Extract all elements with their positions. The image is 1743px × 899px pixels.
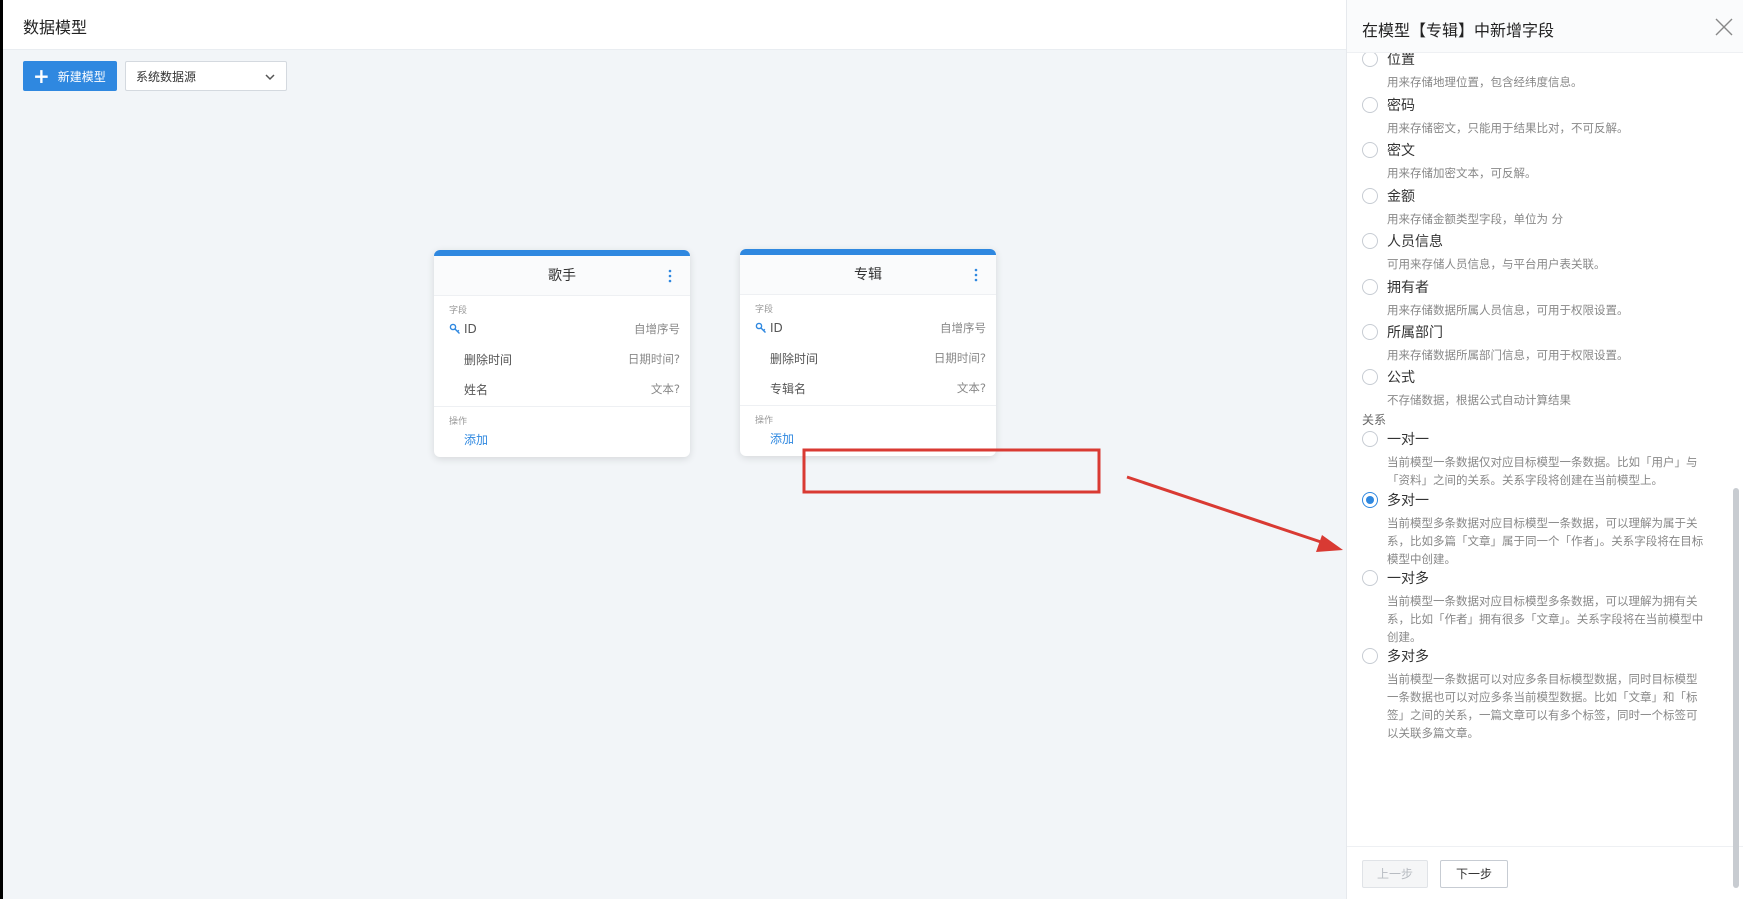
field-name: ID — [770, 321, 783, 335]
field-type: 日期时间? — [627, 352, 680, 366]
field-name: ID — [464, 322, 477, 336]
drawer-header: 在模型【专辑】中新增字段 — [1347, 0, 1743, 53]
chevron-down-icon — [265, 74, 275, 81]
more-vertical-icon[interactable] — [968, 267, 984, 283]
key-icon — [755, 322, 766, 333]
field-row[interactable]: ID 自增序号 — [434, 314, 690, 344]
radio-button[interactable] — [1362, 142, 1378, 158]
datasource-select[interactable]: 系统数据源 — [125, 61, 287, 91]
field-type: 文本? — [956, 381, 986, 395]
field-type: 自增序号 — [634, 322, 680, 336]
field-type: 日期时间? — [933, 351, 986, 365]
actions-section-label: 操作 — [449, 417, 468, 427]
radio-button[interactable] — [1362, 324, 1378, 340]
plus-icon: + — [33, 64, 50, 88]
option-description: 用来存储加密文本，可反解。 — [1387, 166, 1537, 180]
add-field-link[interactable]: 添加 — [740, 424, 996, 456]
drawer-scrollbar[interactable] — [1733, 488, 1739, 888]
field-name: 删除时间 — [464, 352, 513, 367]
relation-group-label: 关系 — [1362, 413, 1387, 427]
card-title: 专辑 — [854, 267, 882, 283]
field-row[interactable]: 专辑名 文本? — [740, 373, 996, 403]
field-row[interactable]: 姓名 文本? — [434, 374, 690, 404]
model-card-singer: 歌手 字段 ID 自增序号 删除时间 日期时间? 姓名 文本? 操作 添加 — [434, 250, 690, 457]
key-icon — [449, 323, 460, 334]
option-description: 用来存储金额类型字段，单位为 分 — [1387, 212, 1564, 226]
radio-button[interactable] — [1362, 279, 1378, 295]
field-row[interactable]: 删除时间 日期时间? — [434, 344, 690, 374]
page-title: 数据模型 — [23, 18, 88, 37]
field-type-list: 位置 用来存储地理位置，包含经纬度信息。 密码 用来存储密文，只能用于结果比对，… — [1347, 53, 1743, 845]
option-label: 所属部门 — [1387, 325, 1443, 341]
new-model-button[interactable]: + 新建模型 — [23, 61, 117, 91]
new-model-label: 新建模型 — [57, 69, 106, 84]
field-name: 删除时间 — [770, 351, 819, 366]
field-name: 姓名 — [464, 382, 489, 397]
radio-button[interactable] — [1362, 570, 1378, 586]
option-label: 金额 — [1387, 189, 1415, 205]
card-header: 专辑 — [740, 255, 996, 295]
actions-section-label: 操作 — [755, 416, 774, 426]
field-name: 专辑名 — [770, 381, 807, 396]
fields-section-label: 字段 — [449, 306, 468, 316]
option-label: 位置 — [1387, 53, 1415, 68]
option-label: 公式 — [1387, 370, 1415, 386]
option-description: 用来存储密文，只能用于结果比对，不可反解。 — [1387, 121, 1629, 135]
field-row[interactable]: 删除时间 日期时间? — [740, 343, 996, 373]
card-title: 歌手 — [548, 268, 576, 284]
option-label: 密码 — [1387, 98, 1415, 114]
option-label: 密文 — [1387, 143, 1415, 159]
radio-button[interactable] — [1362, 188, 1378, 204]
app-window: 数据模型 + 新建模型 系统数据源 歌手 字段 ID 自增序号 删除时间 日期时… — [3, 0, 1743, 899]
model-card-album: 专辑 字段 ID 自增序号 删除时间 日期时间? 专辑名 文本? 操作 添加 — [740, 249, 996, 456]
field-type: 自增序号 — [940, 321, 986, 335]
radio-button[interactable] — [1362, 53, 1378, 67]
radio-button[interactable] — [1362, 648, 1378, 664]
option-label: 多对一 — [1387, 493, 1429, 509]
radio-button[interactable] — [1362, 233, 1378, 249]
option-label: 人员信息 — [1387, 234, 1443, 250]
radio-button-selected[interactable] — [1362, 492, 1378, 508]
option-description: 用来存储数据所属人员信息，可用于权限设置。 — [1387, 303, 1629, 317]
option-label: 多对多 — [1387, 649, 1429, 665]
option-description: 用来存储地理位置，包含经纬度信息。 — [1387, 75, 1583, 89]
option-label: 拥有者 — [1387, 280, 1429, 296]
option-description: 当前模型一条数据可以对应多条目标模型数据，同时目标模型一条数据也可以对应多条当前… — [1387, 672, 1698, 740]
add-field-drawer: 在模型【专辑】中新增字段 位置 用来存储地理位置，包含经纬度信息。 密码 用来存… — [1346, 0, 1743, 899]
radio-button[interactable] — [1362, 97, 1378, 113]
datasource-value: 系统数据源 — [136, 69, 197, 84]
add-field-link[interactable]: 添加 — [434, 425, 690, 457]
field-type: 文本? — [650, 382, 680, 396]
drawer-footer: 上一步 下一步 — [1347, 846, 1743, 899]
option-description: 不存储数据，根据公式自动计算结果 — [1387, 393, 1571, 407]
option-description: 用来存储数据所属部门信息，可用于权限设置。 — [1387, 348, 1629, 362]
radio-button[interactable] — [1362, 369, 1378, 385]
option-description: 当前模型多条数据对应目标模型一条数据，可以理解为属于关系，比如多篇「文章」属于同… — [1387, 516, 1704, 566]
more-vertical-icon[interactable] — [662, 268, 678, 284]
next-step-button[interactable]: 下一步 — [1440, 860, 1508, 888]
option-description: 当前模型一条数据对应目标模型多条数据，可以理解为拥有关系，比如「作者」拥有很多「… — [1387, 594, 1704, 644]
radio-button[interactable] — [1362, 431, 1378, 447]
card-header: 歌手 — [434, 256, 690, 296]
option-description: 当前模型一条数据仅对应目标模型一条数据。比如「用户」与「资料」之间的关系。关系字… — [1387, 455, 1698, 487]
previous-step-button[interactable]: 上一步 — [1362, 860, 1428, 888]
field-row[interactable]: ID 自增序号 — [740, 313, 996, 343]
close-icon[interactable] — [1714, 17, 1734, 37]
option-label: 一对多 — [1387, 571, 1429, 587]
drawer-title: 在模型【专辑】中新增字段 — [1362, 21, 1555, 40]
fields-section-label: 字段 — [755, 305, 774, 315]
option-label: 一对一 — [1387, 432, 1429, 448]
option-description: 可用来存储人员信息，与平台用户表关联。 — [1387, 257, 1606, 271]
